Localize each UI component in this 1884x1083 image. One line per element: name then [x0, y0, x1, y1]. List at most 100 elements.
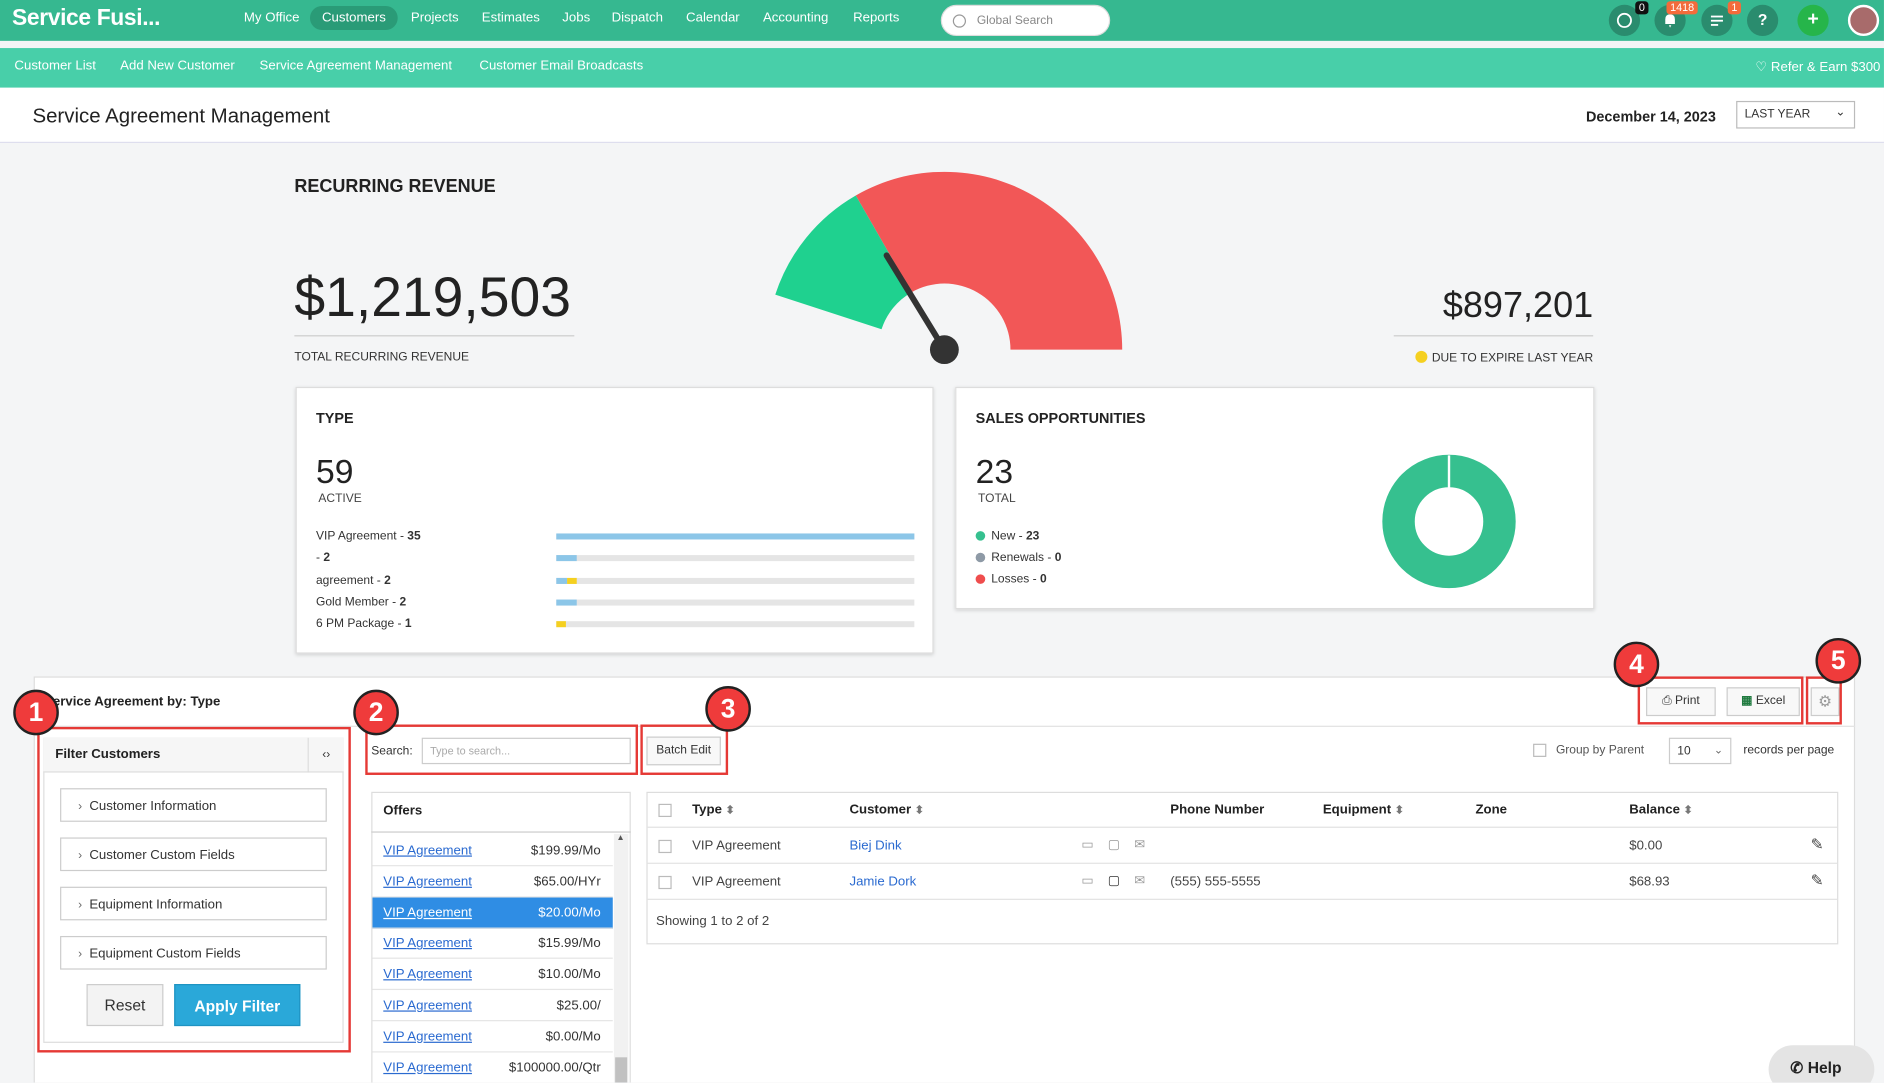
card-icon[interactable]: ▭: [1081, 872, 1094, 887]
revenue-gauge: [775, 171, 1123, 365]
comment-icon[interactable]: ▢: [1108, 872, 1121, 887]
sales-opportunities-card: SALES OPPORTUNITIES 23 TOTAL New - 23 Re…: [955, 386, 1595, 610]
scroll-up-icon[interactable]: ▲: [616, 834, 624, 842]
column-zone: Zone: [1475, 802, 1508, 818]
type-row: VIP Agreement - 35: [316, 530, 421, 543]
sort-icon: ⬍: [725, 803, 735, 816]
subnav-customer-email-broadcasts[interactable]: Customer Email Broadcasts: [479, 59, 643, 73]
email-icon[interactable]: ✉: [1134, 872, 1145, 887]
help-icon[interactable]: ?: [1746, 4, 1779, 37]
chevron-down-icon: ⌄: [1835, 105, 1846, 119]
offer-item[interactable]: VIP Agreement $100000.00/Qtr: [372, 1052, 613, 1083]
row-checkbox[interactable]: [658, 839, 672, 854]
records-per-page-select[interactable]: 10 ⌄: [1668, 737, 1732, 765]
offer-item[interactable]: VIP Agreement $20.00/Mo: [372, 897, 613, 929]
date-range-select[interactable]: LAST YEAR ⌄: [1736, 100, 1856, 129]
sales-total-count: 23: [975, 452, 1014, 491]
column-balance[interactable]: Balance ⬍: [1629, 803, 1692, 817]
type-row-bar-track: [556, 599, 915, 606]
subnav-customer-list[interactable]: Customer List: [14, 59, 96, 73]
avatar[interactable]: [1847, 4, 1880, 37]
offer-item[interactable]: VIP Agreement $0.00/Mo: [372, 1021, 613, 1053]
edit-icon[interactable]: ✎: [1811, 871, 1824, 890]
legend-losses: Losses - 0: [975, 573, 1047, 586]
offer-name-link[interactable]: VIP Agreement: [383, 843, 472, 857]
sort-icon: ⬍: [1683, 803, 1693, 816]
email-icon[interactable]: ✉: [1134, 836, 1145, 851]
row-customer-link[interactable]: Jamie Dork: [849, 875, 916, 889]
nav-accounting[interactable]: Accounting: [763, 11, 828, 25]
nav-calendar[interactable]: Calendar: [686, 11, 740, 25]
edit-icon[interactable]: ✎: [1811, 835, 1824, 854]
refer-link[interactable]: ♡ Refer & Earn $300: [1755, 59, 1880, 74]
type-row-bar: [556, 555, 577, 562]
help-button[interactable]: ✆ Help: [1768, 1045, 1875, 1083]
offers-title: Offers: [383, 803, 423, 819]
row-customer-link[interactable]: Biej Dink: [849, 839, 901, 853]
column-phone-number: Phone Number: [1170, 802, 1265, 818]
records-per-page-label: records per page: [1743, 743, 1835, 757]
offer-price: $199.99/Mo: [530, 843, 601, 858]
type-card-title: TYPE: [315, 409, 354, 427]
type-row: - 2: [316, 552, 330, 565]
annotation-box-1: [37, 726, 351, 1053]
nav-projects[interactable]: Projects: [411, 11, 459, 25]
card-icon[interactable]: ▭: [1081, 836, 1094, 851]
offer-name-link[interactable]: VIP Agreement: [383, 1029, 472, 1043]
chat-icon: [1616, 12, 1632, 28]
select-all-checkbox[interactable]: [658, 803, 672, 818]
offer-price: $100000.00/Qtr: [508, 1060, 601, 1075]
offer-name-link[interactable]: VIP Agreement: [383, 905, 472, 919]
type-row-separator: -: [394, 617, 405, 632]
offer-name-link[interactable]: VIP Agreement: [383, 998, 472, 1012]
offer-item[interactable]: VIP Agreement $15.99/Mo: [372, 928, 613, 960]
offer-item[interactable]: VIP Agreement $65.00/HYr: [372, 866, 613, 898]
legend-dot: [975, 552, 986, 563]
annotation-marker-1: 1: [13, 689, 59, 736]
type-row-bar: [556, 577, 568, 584]
search-icon: [952, 14, 967, 28]
nav-reports[interactable]: Reports: [853, 11, 899, 25]
due-to-expire-label: DUE TO EXPIRE LAST YEAR: [1394, 350, 1593, 365]
offer-name-link[interactable]: VIP Agreement: [383, 1060, 472, 1074]
column-type[interactable]: Type ⬍: [692, 803, 735, 817]
type-row: Gold Member - 2: [316, 596, 406, 609]
nav-estimates[interactable]: Estimates: [482, 11, 540, 25]
subnav-service-agreement-management[interactable]: Service Agreement Management: [260, 59, 452, 73]
subnav-add-new-customer[interactable]: Add New Customer: [120, 59, 235, 73]
row-checkbox[interactable]: [658, 875, 672, 890]
nav-customers[interactable]: Customers: [309, 6, 398, 31]
offer-item[interactable]: VIP Agreement $199.99/Mo: [372, 835, 613, 867]
nav-jobs[interactable]: Jobs: [562, 11, 590, 25]
app-logo[interactable]: Service Fusi...: [12, 6, 161, 32]
table-footer-info: Showing 1 to 2 of 2: [656, 914, 770, 929]
column-customer[interactable]: Customer ⬍: [849, 803, 923, 817]
annotation-box-4: [1637, 676, 1804, 725]
annotation-box-2: [365, 724, 638, 775]
offer-name-link[interactable]: VIP Agreement: [383, 936, 472, 950]
type-row-bar-accent: [556, 621, 567, 628]
legend-new: New - 23: [975, 530, 1039, 543]
offer-name-link[interactable]: VIP Agreement: [383, 874, 472, 888]
legend-dot: [975, 531, 986, 541]
type-row-name: 6 PM Package: [315, 617, 395, 632]
global-search-input[interactable]: Global Search: [940, 4, 1111, 37]
divider: [1393, 335, 1594, 337]
due-to-expire-value: $897,201: [1442, 285, 1594, 326]
comment-icon[interactable]: ▢: [1108, 836, 1121, 851]
global-search-placeholder: Global Search: [976, 14, 1053, 28]
group-by-parent-checkbox[interactable]: [1533, 743, 1547, 757]
divider: [647, 826, 1838, 828]
offers-scrollbar[interactable]: [613, 833, 629, 1083]
offers-scroll-thumb[interactable]: [615, 1057, 628, 1083]
offer-name-link[interactable]: VIP Agreement: [383, 967, 472, 981]
recurring-revenue-title: RECURRING REVENUE: [294, 176, 496, 198]
type-row-separator: -: [373, 573, 385, 588]
offer-item[interactable]: VIP Agreement $25.00/: [372, 990, 613, 1022]
add-icon[interactable]: +: [1797, 4, 1829, 37]
column-equipment[interactable]: Equipment ⬍: [1323, 803, 1404, 817]
nav-dispatch[interactable]: Dispatch: [612, 11, 663, 25]
offer-item[interactable]: VIP Agreement $10.00/Mo: [372, 959, 613, 991]
offer-price: $20.00/Mo: [538, 905, 601, 920]
nav-my-office[interactable]: My Office: [244, 11, 300, 25]
